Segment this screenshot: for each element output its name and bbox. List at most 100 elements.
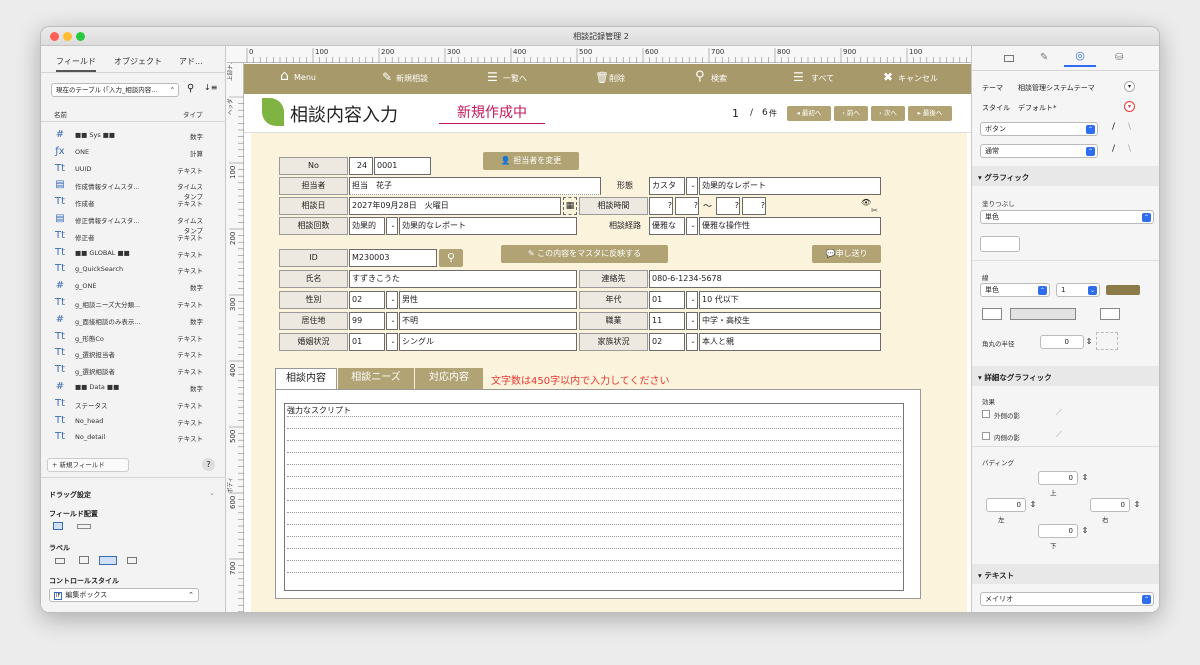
residence-dropdown[interactable]: ⌄	[386, 312, 398, 330]
padding-left-input[interactable]: 0	[986, 498, 1026, 512]
clear-icon[interactable]: ✂	[871, 206, 878, 215]
field-list-item[interactable]: Tt ステータス テキスト	[41, 397, 226, 413]
name-field[interactable]: すずきこうた	[349, 270, 577, 288]
family-field[interactable]: 本人と親	[699, 333, 881, 351]
prev-record-button[interactable]: ‹ 前へ	[834, 106, 868, 121]
family-code[interactable]: 02	[649, 333, 685, 351]
field-list-item[interactable]: # ■■ Sys ■■ 数字	[41, 128, 226, 144]
font-select[interactable]: メイリオ ⌃	[980, 592, 1154, 606]
graphic-section-header[interactable]: ▾ グラフィック	[972, 166, 1159, 186]
state-select[interactable]: 通常 ⌃	[980, 144, 1098, 158]
field-list-item[interactable]: Tt 修正者 テキスト	[41, 229, 226, 245]
eyedropper-icon[interactable]: /	[1112, 122, 1115, 132]
corner-radius-input[interactable]: 0	[1040, 335, 1084, 349]
padding-right-input[interactable]: 0	[1090, 498, 1130, 512]
tab-consult-content[interactable]: 相談内容	[275, 368, 337, 390]
route-field[interactable]: 優雅な操作性	[699, 217, 881, 235]
label-top-icon[interactable]	[79, 556, 89, 564]
show-all-button[interactable]: ☰ すべて	[793, 70, 834, 84]
field-list-item[interactable]: Tt g_選択担当者 テキスト	[41, 346, 226, 362]
theme-menu-icon[interactable]: ▾	[1124, 81, 1135, 92]
time-end-hour[interactable]: ?	[716, 197, 740, 215]
paste-style-icon-2[interactable]: \	[1128, 144, 1131, 154]
time-end-minute[interactable]: ?	[742, 197, 766, 215]
text-section-header[interactable]: ▾ テキスト	[972, 564, 1159, 584]
chevron-down-icon[interactable]: ⌄	[209, 489, 215, 497]
search-button[interactable]: ⚲ 検索	[695, 69, 727, 84]
field-list-item[interactable]: Tt g_相談ニーズ大分類... テキスト	[41, 296, 226, 312]
job-dropdown[interactable]: ⌄	[686, 312, 698, 330]
tab-fields[interactable]: フィールド	[56, 56, 96, 72]
count-dropdown[interactable]: ⌄	[386, 217, 398, 235]
last-record-button[interactable]: ▸ 最後へ	[908, 106, 952, 121]
count-code[interactable]: 効果的	[349, 217, 385, 235]
age-field[interactable]: 10 代以下	[699, 291, 881, 309]
change-staff-button[interactable]: 👤 担当者を変更	[483, 152, 579, 170]
contact-field[interactable]: 080-6-1234-5678	[649, 270, 881, 288]
count-field[interactable]: 効果的なレポート	[399, 217, 577, 235]
label-left-icon[interactable]	[99, 556, 117, 565]
inner-shadow-checkbox[interactable]	[982, 432, 990, 440]
control-style-select[interactable]: IF 編集ボックス ⌃	[49, 588, 199, 602]
no-field[interactable]: 24	[349, 157, 373, 175]
form-type-field[interactable]: 効果的なレポート	[699, 177, 881, 195]
no-detail-field[interactable]: 0001	[374, 157, 431, 175]
next-record-button[interactable]: › 次へ	[871, 106, 905, 121]
label-none-icon[interactable]	[55, 558, 65, 564]
sort-icon[interactable]: ↓≡	[204, 83, 217, 92]
field-list-item[interactable]: Tt No_head テキスト	[41, 414, 226, 430]
tab-consult-needs[interactable]: 相談ニーズ	[338, 368, 414, 390]
advanced-graphic-header[interactable]: ▾ 詳細なグラフィック	[972, 366, 1159, 386]
gender-field[interactable]: 男性	[399, 291, 577, 309]
position-tab-icon[interactable]	[1004, 55, 1014, 62]
padding-left-stepper[interactable]: ⇕	[1026, 498, 1040, 512]
marital-dropdown[interactable]: ⌄	[386, 333, 398, 351]
line-width-select[interactable]: 1 ⌄	[1056, 283, 1100, 297]
handover-button[interactable]: 💬申し送り	[812, 245, 881, 263]
label-right-icon[interactable]	[127, 557, 137, 564]
data-tab-icon[interactable]: ⛁	[1115, 52, 1123, 63]
new-consult-button[interactable]: ✎ 新規相談	[382, 70, 428, 84]
eyedropper-icon-2[interactable]: /	[1112, 144, 1115, 154]
field-list-item[interactable]: Tt ■■ GLOBAL ■■ テキスト	[41, 246, 226, 262]
residence-field[interactable]: 不明	[399, 312, 577, 330]
horizontal-placement-icon[interactable]	[77, 524, 91, 529]
fill-color-swatch[interactable]	[980, 236, 1020, 252]
border-side-selector[interactable]	[982, 308, 1132, 320]
padding-top-input[interactable]: 0	[1038, 471, 1078, 485]
field-list-item[interactable]: Tt No_detail テキスト	[41, 430, 226, 446]
form-type-dropdown[interactable]: ⌄	[686, 177, 698, 195]
corner-select-icon[interactable]	[1096, 332, 1118, 350]
help-button[interactable]: ?	[202, 458, 215, 471]
job-code[interactable]: 11	[649, 312, 685, 330]
tab-response[interactable]: 対応内容	[415, 368, 483, 390]
family-dropdown[interactable]: ⌄	[686, 333, 698, 351]
fill-select[interactable]: 単色 ⌃	[980, 210, 1154, 224]
field-list-item[interactable]: # g_ONE 数字	[41, 279, 226, 295]
new-field-button[interactable]: + 新規フィールド	[47, 458, 129, 472]
style-menu-icon[interactable]: ▾	[1124, 101, 1135, 112]
field-list-item[interactable]: ▤ 作成情報タイムスタ... タイムスタンプ	[41, 178, 226, 201]
route-code[interactable]: 優雅な	[649, 217, 685, 235]
paste-style-icon[interactable]: \	[1128, 122, 1131, 132]
palette-tab-icon[interactable]: ◎	[1064, 49, 1096, 67]
corner-radius-stepper[interactable]: ⇕	[1082, 335, 1096, 349]
outer-shadow-checkbox[interactable]	[982, 410, 990, 418]
field-list-item[interactable]: Tt g_QuickSearch テキスト	[41, 262, 226, 278]
gender-code[interactable]: 02	[349, 291, 385, 309]
object-select[interactable]: ボタン ⌃	[980, 122, 1098, 136]
first-record-button[interactable]: ◂ 最初へ	[787, 106, 831, 121]
marital-field[interactable]: シングル	[399, 333, 577, 351]
brush-tab-icon[interactable]: ✎	[1040, 52, 1048, 63]
field-list-item[interactable]: Tt 作成者 テキスト	[41, 195, 226, 211]
tab-addons[interactable]: アド...	[179, 56, 203, 67]
outer-shadow-edit-icon[interactable]: ⟋	[1056, 408, 1062, 418]
field-list-item[interactable]: Tt g_形態Co テキスト	[41, 330, 226, 346]
age-dropdown[interactable]: ⌄	[686, 291, 698, 309]
route-dropdown[interactable]: ⌄	[686, 217, 698, 235]
eye-icon[interactable]: 👁	[861, 198, 871, 207]
cancel-button[interactable]: ✖ キャンセル	[883, 70, 938, 84]
vertical-placement-icon[interactable]	[53, 522, 63, 530]
id-search-icon[interactable]: ⚲	[439, 249, 463, 267]
padding-bottom-stepper[interactable]: ⇕	[1078, 524, 1092, 538]
